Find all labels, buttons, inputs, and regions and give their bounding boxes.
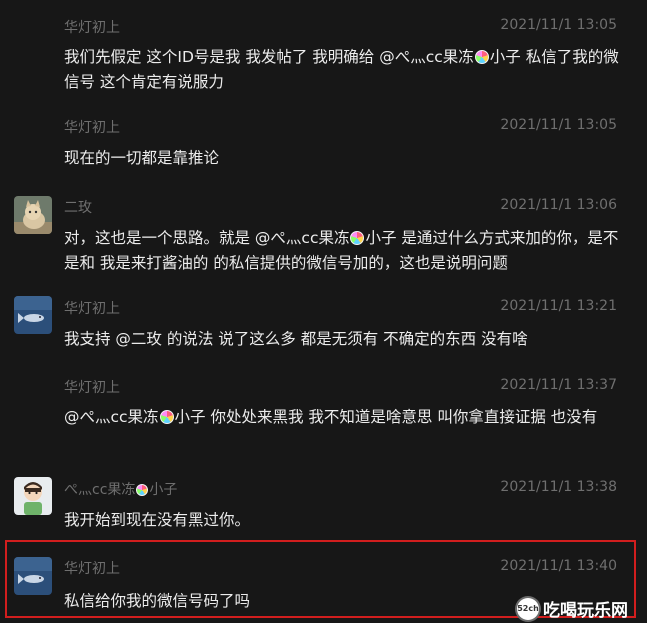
message-text: 对，这也是一个思路。就是 @ぺ灬cc果冻 小子 是通过什么方式来加的你，是不是和 …	[64, 229, 619, 272]
message-text: 现在的一切都是靠推论	[64, 149, 220, 167]
timestamp: 2021/11/1 13:05	[500, 17, 617, 33]
sender-name[interactable]: 华灯初上	[64, 377, 120, 397]
watermark-logo-icon: 52ch	[517, 597, 539, 620]
lollipop-emoji-icon	[350, 231, 365, 245]
timestamp: 2021/11/1 13:05	[500, 117, 617, 133]
sender-name[interactable]: 华灯初上	[64, 298, 120, 318]
message-text: @ぺ灬cc果冻 小子 你处处来黑我 我不知道是啥意思 叫你拿直接证据 也没有	[64, 408, 598, 426]
sender-name[interactable]: ぺ灬cc果冻 小子	[64, 479, 177, 499]
timestamp: 2021/11/1 13:37	[500, 377, 617, 393]
timestamp: 2021/11/1 13:06	[500, 197, 617, 213]
message-text: 我支持 @二玫 的说法 说了这么多 都是无须有 不确定的东西 没有啥	[64, 330, 528, 348]
timestamp: 2021/11/1 13:21	[500, 298, 617, 314]
fish-avatar-icon	[14, 296, 52, 334]
lollipop-emoji-icon	[136, 484, 149, 496]
message-text: 我开始到现在没有黑过你。	[64, 511, 251, 529]
sender-name[interactable]: 二玫	[64, 197, 92, 217]
sender-name[interactable]: 华灯初上	[64, 117, 120, 137]
avatar[interactable]	[14, 196, 52, 234]
lollipop-emoji-icon	[474, 50, 489, 64]
lollipop-emoji-icon	[159, 410, 174, 424]
sender-name[interactable]: 华灯初上	[64, 17, 120, 37]
watermark-text: 吃喝玩乐网	[543, 601, 628, 621]
cat-avatar-icon	[14, 196, 52, 234]
message-text: 我们先假定 这个ID号是我 我发帖了 我明确给 @ぺ灬cc果冻 小子 私信了我的微…	[64, 48, 619, 91]
avatar[interactable]	[14, 477, 52, 515]
timestamp: 2021/11/1 13:38	[500, 479, 617, 495]
cartoon-boy-avatar-icon	[14, 477, 52, 515]
avatar[interactable]	[14, 296, 52, 334]
site-watermark: 52ch 吃喝玩乐网	[517, 594, 647, 623]
